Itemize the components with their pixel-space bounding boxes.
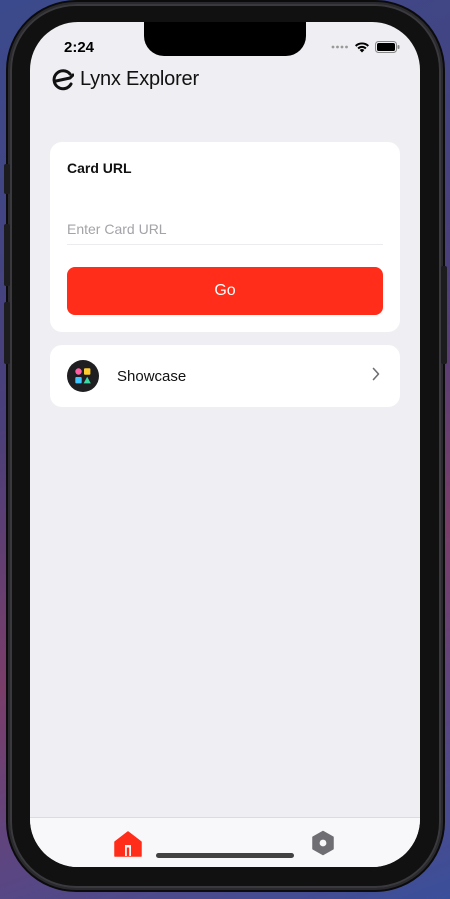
lynx-logo-icon xyxy=(52,68,74,90)
showcase-avatar xyxy=(67,360,99,392)
status-icons xyxy=(331,41,400,53)
side-button-volume-up xyxy=(4,224,10,286)
cellular-dots-icon xyxy=(331,45,348,49)
battery-icon xyxy=(375,41,400,53)
tab-settings[interactable] xyxy=(310,830,336,861)
card-url-panel: Card URL Go xyxy=(50,142,400,332)
notch xyxy=(144,22,306,56)
wifi-icon xyxy=(355,42,369,53)
go-button[interactable]: Go xyxy=(67,267,383,315)
side-button-volume-down xyxy=(4,302,10,364)
showcase-row[interactable]: Showcase xyxy=(50,345,400,407)
card-url-label: Card URL xyxy=(67,160,132,176)
chevron-right-icon xyxy=(372,367,380,381)
home-indicator[interactable] xyxy=(156,853,294,858)
side-button-power xyxy=(441,266,447,364)
showcase-label: Showcase xyxy=(117,368,187,385)
gear-icon xyxy=(312,830,334,856)
status-time: 2:24 xyxy=(64,39,95,56)
side-button-mute xyxy=(4,164,10,194)
card-url-input[interactable] xyxy=(67,214,383,245)
tab-bar xyxy=(30,817,420,867)
app-screen: 2:24 Lynx Explorer Card URL Go xyxy=(30,22,420,867)
app-title: Lynx Explorer xyxy=(80,68,199,90)
tab-home[interactable] xyxy=(114,831,142,862)
app-header: Lynx Explorer xyxy=(50,68,199,91)
home-icon xyxy=(114,831,142,857)
shapes-icon xyxy=(75,368,91,384)
